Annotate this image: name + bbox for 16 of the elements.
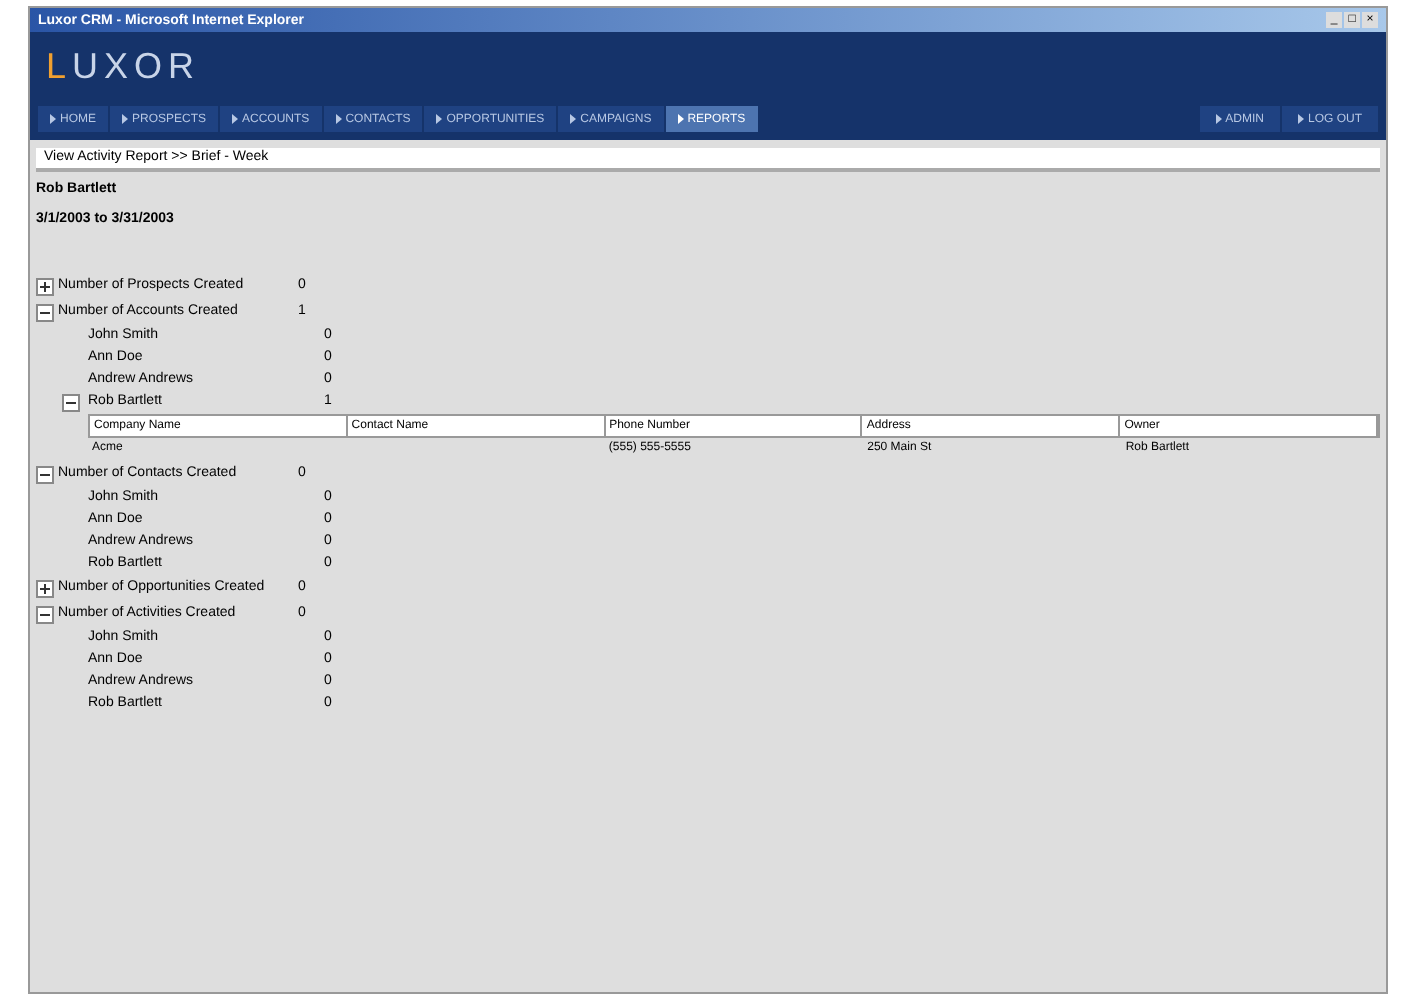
chevron-icon: [677, 114, 684, 124]
collapse-toggle[interactable]: [62, 394, 80, 412]
chevron-icon: [50, 114, 56, 124]
collapse-toggle[interactable]: [36, 606, 54, 624]
chevron-icon: [1297, 114, 1304, 124]
chevron-icon: [1215, 114, 1222, 124]
chevron-icon: [122, 114, 128, 124]
collapse-toggle[interactable]: [36, 304, 54, 322]
logo: L UXOR: [46, 48, 203, 84]
chevron-icon: [570, 114, 577, 124]
chevron-icon: [436, 114, 443, 124]
expand-toggle[interactable]: [36, 278, 54, 296]
collapse-toggle[interactable]: [36, 466, 54, 484]
chevron-icon: [232, 114, 239, 124]
expand-toggle[interactable]: [36, 580, 54, 598]
chevron-icon: [335, 114, 342, 124]
